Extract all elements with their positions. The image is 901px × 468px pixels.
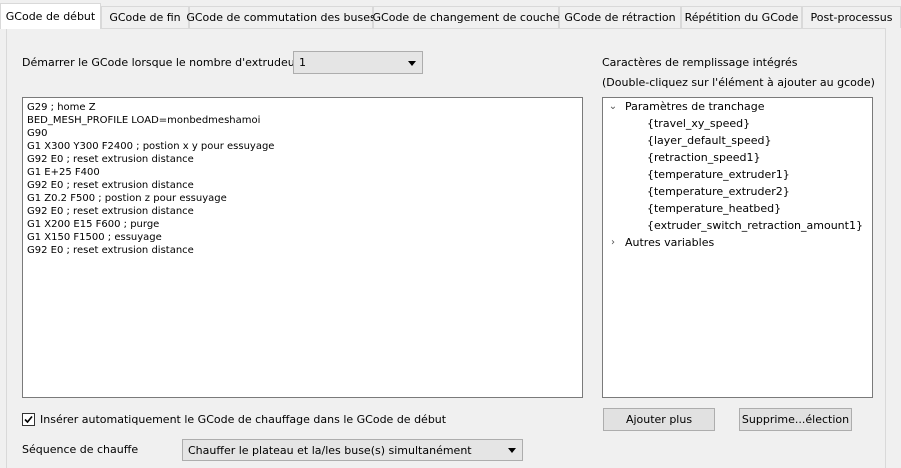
tree-item-label: {extruder_switch_retraction_amount1}: [647, 219, 863, 232]
tree-item[interactable]: {travel_xy_speed}: [647, 117, 750, 130]
add-more-button[interactable]: Ajouter plus: [603, 408, 715, 431]
extruder-count-value: 1: [299, 56, 306, 69]
heat-sequence-select[interactable]: Chauffer le plateau et la/les buse(s) si…: [182, 439, 523, 461]
gcode-line: G1 E+25 F400: [27, 167, 100, 178]
tab-retraction-gcode[interactable]: GCode de rétraction: [559, 6, 681, 28]
tree-group-label: Autres variables: [625, 236, 715, 249]
gcode-line: G92 E0 ; reset extrusion distance: [27, 245, 194, 256]
tab-start-gcode[interactable]: GCode de début: [0, 3, 101, 29]
chevron-down-icon: [408, 60, 416, 66]
tab-label: GCode de commutation des buses: [186, 11, 376, 24]
tab-label: GCode de changement de couche: [372, 11, 560, 24]
checkmark-icon: [24, 415, 33, 424]
tree-item[interactable]: {temperature_extruder1}: [647, 168, 790, 181]
tab-post-processing[interactable]: Post-processus: [802, 6, 901, 28]
button-label: Supprime...élection: [741, 413, 850, 426]
tab-layer-change-gcode[interactable]: GCode de changement de couche: [373, 6, 559, 28]
tab-label: GCode de rétraction: [564, 11, 676, 24]
heat-sequence-label: Séquence de chauffe: [22, 443, 139, 456]
start-gcode-editor[interactable]: G29 ; home Z BED_MESH_PROFILE LOAD=monbe…: [22, 97, 583, 398]
tab-bar: GCode de début GCode de fin GCode de com…: [0, 0, 901, 29]
tab-label: Répétition du GCode: [684, 11, 799, 24]
placeholders-tree[interactable]: ⌄ Paramètres de tranchage {travel_xy_spe…: [602, 97, 873, 398]
gcode-line: G1 X300 Y300 F2400 ; postion x y pour es…: [27, 141, 275, 152]
tab-label: GCode de fin: [109, 11, 181, 24]
gcode-line: G1 Z0.2 F500 ; postion z pour essuyage: [27, 193, 227, 204]
delete-selection-button[interactable]: Supprime...élection: [739, 408, 852, 431]
tree-item-label: {temperature_heatbed}: [647, 202, 782, 215]
gcode-line: G92 E0 ; reset extrusion distance: [27, 206, 194, 217]
tree-item[interactable]: {extruder_switch_retraction_amount1}: [647, 219, 863, 232]
tab-end-gcode[interactable]: GCode de fin: [101, 6, 189, 28]
placeholders-title: Caractères de remplissage intégrés: [602, 56, 798, 69]
gcode-line: G92 E0 ; reset extrusion distance: [27, 180, 194, 191]
tree-item-label: {temperature_extruder1}: [647, 168, 790, 181]
extruder-count-select[interactable]: 1: [293, 51, 423, 74]
tree-item[interactable]: {temperature_heatbed}: [647, 202, 781, 215]
gcode-line: G29 ; home Z: [27, 102, 96, 113]
gcode-line: G1 X200 E15 F600 ; purge: [27, 219, 160, 230]
gcode-line: BED_MESH_PROFILE LOAD=monbedmeshamoi: [27, 115, 261, 126]
chevron-down-icon: [508, 448, 516, 453]
tab-gcode-repeat[interactable]: Répétition du GCode: [681, 6, 802, 28]
tree-group-slicing-params[interactable]: ⌄ Paramètres de tranchage: [607, 100, 765, 113]
tree-item-label: {retraction_speed1}: [647, 151, 761, 164]
tree-item-label: {layer_default_speed}: [647, 134, 772, 147]
auto-heat-label: Insérer automatiquement le GCode de chau…: [40, 413, 447, 426]
tab-label: Post-processus: [810, 11, 893, 24]
chevron-right-icon[interactable]: ›: [607, 237, 619, 248]
tree-item[interactable]: {retraction_speed1}: [647, 151, 760, 164]
tree-item[interactable]: {layer_default_speed}: [647, 134, 772, 147]
tree-item-label: {travel_xy_speed}: [647, 117, 751, 130]
tree-group-other-vars[interactable]: › Autres variables: [607, 236, 714, 249]
tab-label: GCode de début: [5, 10, 96, 23]
tree-item-label: {temperature_extruder2}: [647, 185, 790, 198]
gcode-line: G90: [27, 128, 48, 139]
gcode-line: G92 E0 ; reset extrusion distance: [27, 154, 194, 165]
button-label: Ajouter plus: [625, 413, 693, 426]
tab-nozzle-switch-gcode[interactable]: GCode de commutation des buses: [186, 6, 376, 28]
gcode-line: G1 X150 F1500 ; essuyage: [27, 232, 162, 243]
extruder-count-label: Démarrer le GCode lorsque le nombre d'ex…: [22, 56, 320, 69]
auto-heat-checkbox[interactable]: [22, 413, 35, 426]
placeholders-hint: (Double-cliquez sur l'élément à ajouter …: [602, 76, 875, 89]
chevron-down-icon[interactable]: ⌄: [607, 101, 619, 112]
tree-item[interactable]: {temperature_extruder2}: [647, 185, 790, 198]
heat-sequence-value: Chauffer le plateau et la/les buse(s) si…: [188, 443, 472, 457]
tree-group-label: Paramètres de tranchage: [625, 100, 765, 113]
